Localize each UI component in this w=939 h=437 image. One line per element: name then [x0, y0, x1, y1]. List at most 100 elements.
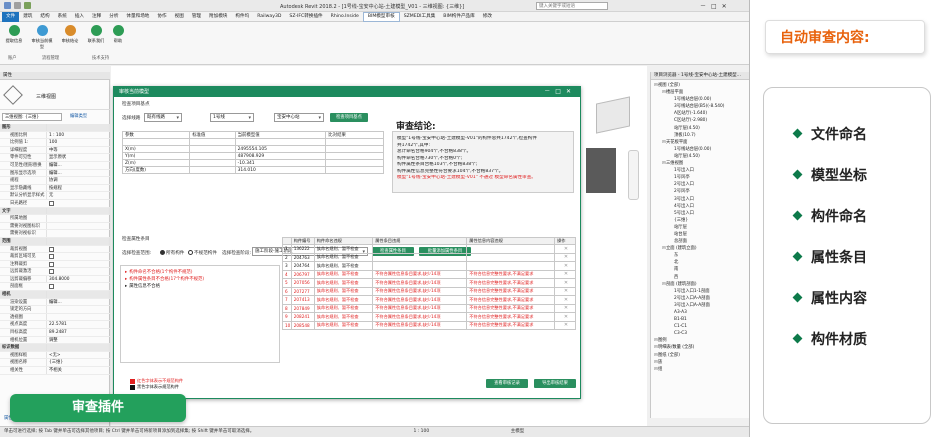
table-row[interactable]: 8 207849 族命名规则、暂不检查 不符合属性信息条目要求,缺少14项 不符合信息完… [282, 303, 576, 313]
edit-type-button[interactable]: 编辑类型 [70, 113, 87, 121]
checkbox[interactable] [49, 246, 54, 252]
browser-node[interactable]: 1号风亭 [651, 174, 749, 181]
browser-node[interactable]: 3号出入口 [651, 196, 749, 203]
ribbon-tab[interactable]: 系统 [54, 12, 71, 22]
delete-action-icon[interactable]: ✕ [554, 320, 576, 330]
ribbon-tab[interactable]: 管理 [188, 12, 205, 22]
property-value[interactable] [46, 215, 110, 222]
browser-node[interactable]: 西 [651, 274, 749, 281]
browser-node[interactable]: 东 [651, 252, 749, 259]
property-value[interactable]: 304.8000 [46, 275, 110, 283]
browser-node[interactable]: B1-B1 [651, 316, 749, 323]
ribbon-tab[interactable]: 插入 [71, 12, 88, 22]
delete-action-icon[interactable]: ✕ [554, 244, 576, 254]
browser-node[interactable]: C1-C1 [651, 323, 749, 330]
view-record-button[interactable]: 查看审核记录 [486, 379, 528, 388]
browser-node[interactable]: 站厅层(4.50) [651, 125, 749, 132]
browser-node[interactable]: 3号线站台层(B5)(-8.540) [651, 103, 749, 110]
property-value[interactable]: 不相关 [46, 367, 110, 374]
quick-access-toolbar[interactable] [4, 2, 31, 9]
checkbox[interactable] [49, 284, 54, 290]
property-value[interactable] [46, 230, 110, 237]
ribbon-tab[interactable]: 附加模块 [205, 12, 231, 22]
property-value[interactable]: {三维} [46, 359, 110, 366]
property-value[interactable]: <无> [46, 351, 110, 359]
property-value[interactable]: 编辑... [46, 161, 110, 169]
app-logo-icon[interactable] [4, 2, 11, 9]
browser-node[interactable]: A区站厅(-1.640) [651, 110, 749, 117]
delete-action-icon[interactable]: ✕ [554, 252, 576, 262]
ribbon-button-conclusion[interactable]: 审核结论 [58, 25, 82, 44]
browser-node[interactable]: C3-C3 [651, 330, 749, 337]
ribbon-tab[interactable]: SZ-IFC转换插件 [285, 12, 326, 22]
radio-all[interactable]: 所有构件 [160, 250, 184, 256]
property-category[interactable]: 范围 [0, 237, 110, 246]
station-select[interactable]: 宝安中心站 [274, 113, 324, 122]
ribbon-tab[interactable]: 分析 [105, 12, 122, 22]
delete-action-icon[interactable]: ✕ [554, 295, 576, 305]
status-model[interactable]: 主模型 [511, 429, 525, 434]
browser-node[interactable]: 2号出入口 [651, 181, 749, 188]
table-row[interactable]: 1 136222 族命名规则、暂不检查 ✕ [282, 244, 576, 254]
save-icon[interactable] [14, 2, 21, 9]
export-results-button[interactable]: 导出审核结果 [534, 379, 576, 388]
browser-node[interactable]: ⊟图纸 (全部) [651, 352, 749, 359]
ribbon-tab[interactable]: SZMEDI工具集 [400, 12, 440, 22]
property-value[interactable] [46, 313, 110, 321]
ribbon-tab[interactable]: 建筑 [19, 12, 36, 22]
property-value[interactable]: 编辑... [46, 298, 110, 306]
undo-icon[interactable] [24, 2, 31, 9]
property-category[interactable]: 相机 [0, 291, 110, 299]
browser-node[interactable]: {三维} [651, 217, 749, 224]
ribbon-tab[interactable]: 文件 [2, 11, 20, 22]
delete-action-icon[interactable]: ✕ [554, 303, 576, 313]
browser-node[interactable]: C区站厅(-2.980) [651, 117, 749, 124]
browser-node[interactable]: 1号出入口 [651, 167, 749, 174]
table-row[interactable]: 10 208548 族命名规则、暂不检查 不符合属性信息条目要求,缺少14项 不符合信息… [282, 320, 576, 330]
browser-node[interactable]: 5号出入口 [651, 210, 749, 217]
browser-node[interactable]: ⊟天花板平面 [651, 139, 749, 146]
ribbon-tab[interactable]: Railway3D [253, 12, 285, 22]
checkbox[interactable] [49, 200, 54, 206]
property-value[interactable]: 无 [46, 192, 110, 199]
property-value[interactable]: 按规程 [46, 184, 110, 192]
delete-action-icon[interactable]: ✕ [554, 278, 576, 288]
property-value[interactable]: 调整 [46, 336, 110, 344]
property-value[interactable]: 协调 [46, 177, 110, 184]
property-value[interactable] [46, 222, 110, 230]
browser-node[interactable]: ⊟族 [651, 359, 749, 366]
table-row[interactable]: 6 207277 族命名规则、暂不检查 不符合属性信息条目要求,缺少14项 不符合信息完… [282, 286, 576, 296]
property-value[interactable] [46, 306, 110, 313]
browser-node[interactable]: ⊟立面 (建筑立面) [651, 245, 749, 252]
browser-node[interactable]: 南 [651, 266, 749, 273]
property-category[interactable]: 图形 [0, 124, 110, 132]
browser-node[interactable]: 站台层 [651, 231, 749, 238]
browser-node[interactable]: 1号出入口1-1剖面 [651, 288, 749, 295]
error-category[interactable]: ▸ 构件属性条目不合格(17个构件不规范) [121, 276, 279, 283]
ribbon-tab[interactable]: 修改 [479, 12, 496, 22]
ribbon-tab[interactable]: 体量和场地 [122, 12, 153, 22]
table-row[interactable]: 4 206797 族命名规则、暂不检查 不符合属性信息条目要求,缺少14项 不符合信息完… [282, 269, 576, 279]
property-value[interactable]: 89.2487 [46, 329, 110, 336]
ribbon-tab[interactable]: 注释 [88, 12, 105, 22]
ribbon-tab[interactable]: 结构 [36, 12, 53, 22]
radio-nonstandard[interactable]: 不规范构件 [188, 250, 217, 256]
property-value[interactable]: 中等 [46, 146, 110, 154]
table-row[interactable]: 7 207413 族命名规则、暂不检查 不符合属性信息条目要求,缺少14项 不符合信息完… [282, 295, 576, 305]
property-value[interactable]: 编辑... [46, 169, 110, 177]
ribbon-tab[interactable]: 构件坞 [231, 12, 253, 22]
delete-action-icon[interactable]: ✕ [554, 261, 576, 271]
delete-action-icon[interactable]: ✕ [554, 269, 576, 279]
ribbon-button-help[interactable]: 帮助 [106, 25, 130, 44]
ribbon-button-extract[interactable]: 提取信息 [2, 25, 26, 44]
browser-node[interactable]: ⊟楼层平面 [651, 89, 749, 96]
search-input[interactable]: 键入关键字或短语 [536, 2, 608, 10]
checkbox[interactable] [49, 254, 54, 260]
type-selector[interactable]: 三维视图 [0, 80, 110, 110]
property-value[interactable]: 22.5781 [46, 321, 110, 329]
browser-node[interactable]: 站厅层(4.50) [651, 153, 749, 160]
window-controls[interactable]: －□✕ [700, 1, 732, 10]
line-number-select[interactable]: 1号线 [210, 113, 254, 122]
property-category[interactable]: 文字 [0, 207, 110, 216]
table-row[interactable]: 5 207056 族命名规则、暂不检查 不符合属性信息条目要求,缺少14项 不符合信息完… [282, 278, 576, 288]
